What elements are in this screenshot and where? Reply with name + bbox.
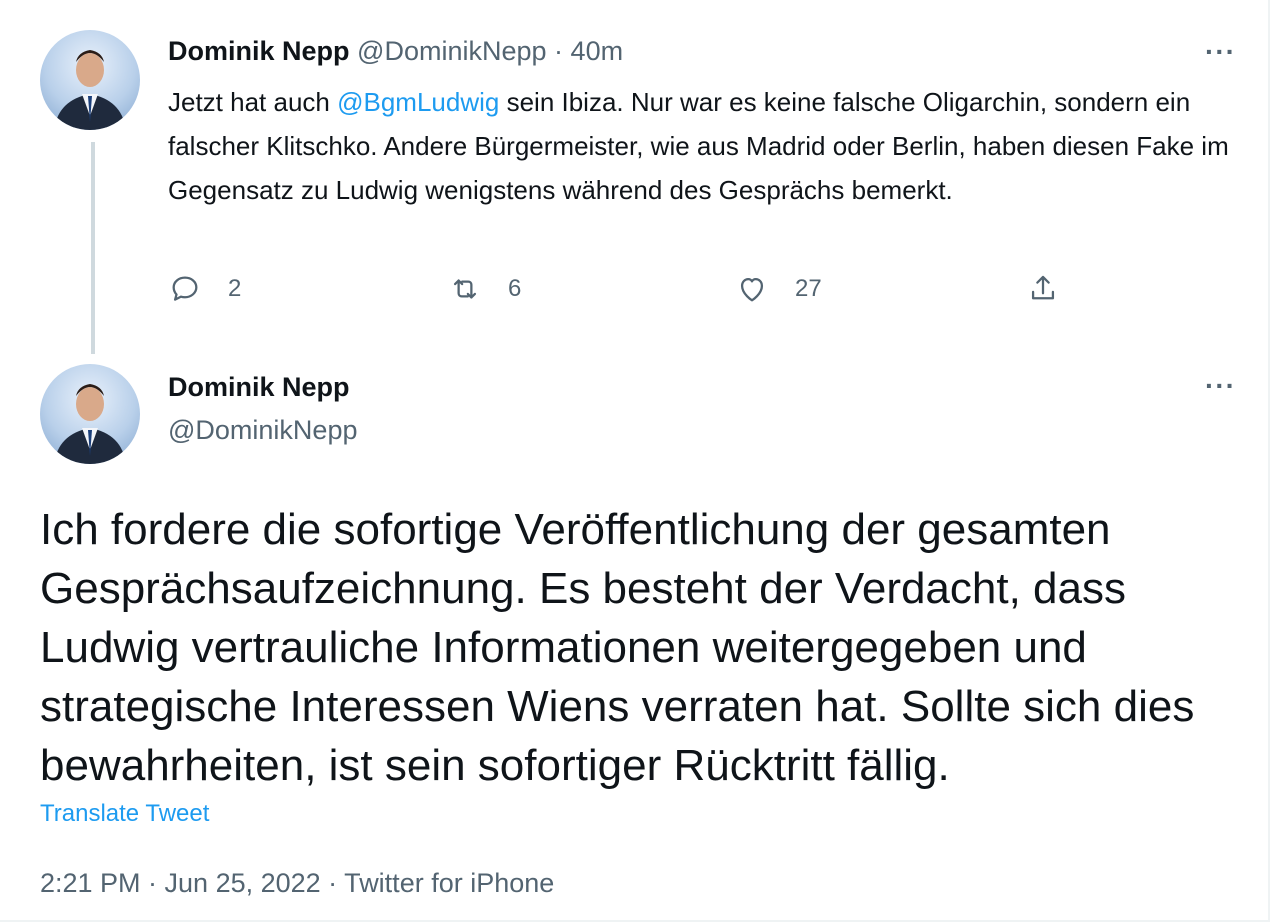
reply-count: 2 — [228, 275, 242, 302]
retweet-count: 6 — [508, 275, 522, 302]
more-options-icon[interactable]: ··· — [1205, 370, 1236, 402]
avatar[interactable] — [40, 30, 140, 130]
tweet-timestamp[interactable]: 2:21 PM · Jun 25, 2022 · Twitter for iPh… — [40, 868, 554, 899]
author-handle[interactable]: @DominikNepp — [168, 415, 357, 446]
reply-button[interactable]: 2 — [168, 272, 241, 306]
tweet1-header: Dominik Nepp @DominikNepp · 40m — [168, 36, 623, 67]
reply-icon — [172, 276, 198, 301]
like-button[interactable]: 27 — [735, 272, 822, 306]
avatar[interactable] — [40, 364, 140, 464]
translate-tweet-link[interactable]: Translate Tweet — [40, 800, 209, 828]
retweet-button[interactable]: 6 — [448, 272, 521, 306]
thread-line — [91, 142, 95, 354]
heart-icon — [740, 277, 764, 302]
like-count: 27 — [795, 275, 822, 302]
tweet1-text: Jetzt hat auch @BgmLudwig sein Ibiza. Nu… — [168, 80, 1238, 212]
share-button[interactable] — [1026, 272, 1086, 306]
mention-link[interactable]: @BgmLudwig — [337, 87, 499, 117]
author-name[interactable]: Dominik Nepp — [168, 372, 350, 403]
author-name[interactable]: Dominik Nepp — [168, 36, 350, 66]
share-icon — [1031, 275, 1055, 300]
retweet-icon — [453, 279, 477, 299]
author-handle[interactable]: @DominikNepp — [357, 36, 546, 66]
tweet2-text: Ich fordere die sofortige Veröffentlichu… — [40, 505, 1195, 790]
more-options-icon[interactable]: ··· — [1205, 36, 1236, 68]
tweet1-actions: 2 6 27 — [168, 272, 1168, 316]
tweet-text-start: Jetzt hat auch — [168, 87, 338, 117]
separator: · — [554, 36, 564, 66]
tweet-age[interactable]: 40m — [571, 36, 624, 66]
